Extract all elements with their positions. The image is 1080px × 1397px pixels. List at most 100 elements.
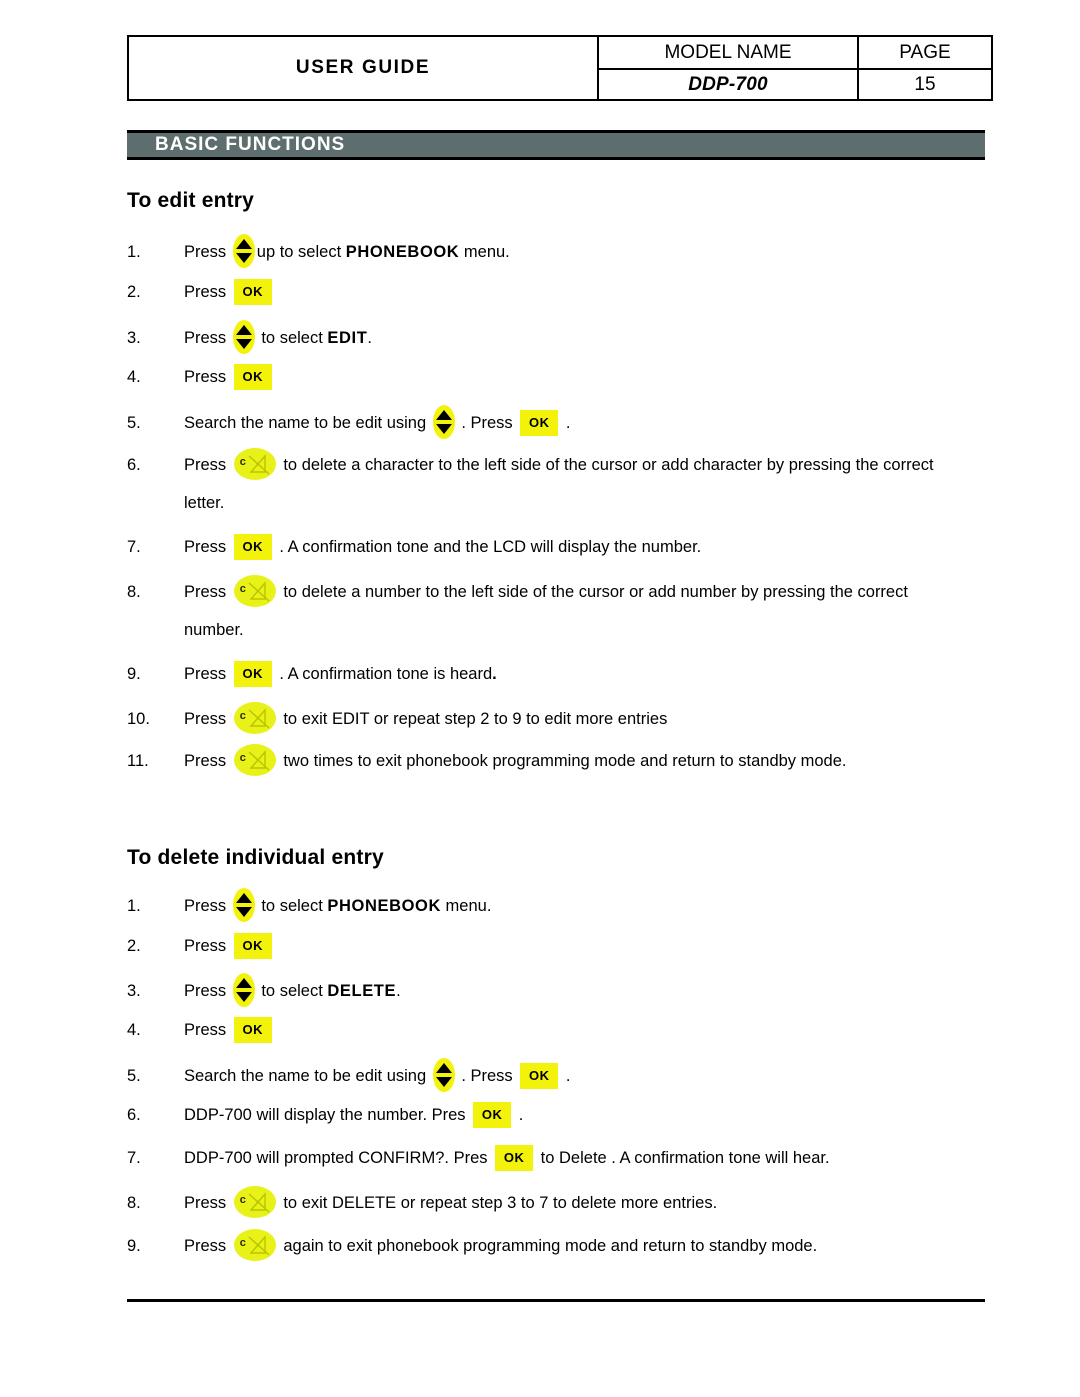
step-number: 5.: [127, 414, 141, 433]
step-delete-7: 7. DDP-700 will prompted CONFIRM?. Pres O…: [127, 1145, 1027, 1171]
step-text-mid: again to exit phonebook programming mode…: [278, 1236, 818, 1255]
step-text-mid: to select: [256, 982, 328, 1001]
step-delete-5: 5. Search the name to be edit using . Pre…: [127, 1058, 1027, 1092]
step-text-mid: . Press: [456, 1067, 518, 1086]
ok-key-icon[interactable]: OK: [233, 1017, 272, 1043]
step-text-pre: DDP-700 will prompted CONFIRM?. Pres: [184, 1149, 493, 1168]
c-mute-key-icon[interactable]: c: [233, 744, 276, 776]
step-text-post2: .: [561, 414, 571, 433]
step-text-strong: PHONEBOOK: [327, 897, 441, 916]
ok-key-icon[interactable]: OK: [520, 410, 559, 436]
step-text-mid: to Delete . A confirmation tone will hea…: [536, 1149, 830, 1168]
step-number: 5.: [127, 1067, 141, 1086]
user-guide-title: USER GUIDE: [127, 35, 599, 101]
step-number: 11.: [127, 751, 149, 770]
ok-key-icon[interactable]: OK: [233, 933, 272, 959]
step-edit-10: 10. Press c to exit EDIT or repeat step 2…: [127, 702, 1027, 734]
step-text-pre: Press: [184, 897, 231, 916]
step-number: 7.: [127, 538, 141, 557]
footer-divider: [127, 1299, 985, 1302]
up-down-arrow-key-icon[interactable]: [232, 973, 255, 1007]
step-text-mid: to select: [256, 329, 328, 348]
step-text-strong: .: [492, 665, 497, 684]
step-text-pre: Press: [184, 937, 231, 956]
ok-key-icon[interactable]: OK: [233, 364, 272, 390]
step-text-pre: Press: [184, 368, 231, 387]
step-text-mid: to delete a character to the left side o…: [278, 455, 934, 474]
step-text-pre: Press: [184, 1236, 231, 1255]
step-text-mid: . A confirmation tone and the LCD will d…: [274, 538, 702, 557]
step-number: 9.: [127, 665, 141, 684]
step-text-pre: Press: [184, 1021, 231, 1040]
step-number: 3.: [127, 329, 141, 348]
step-edit-2: 2. Press OK: [127, 279, 1027, 305]
step-text-pre: DDP-700 will display the number. Pres: [184, 1106, 471, 1125]
up-down-arrow-key-icon[interactable]: [432, 1058, 455, 1092]
step-edit-1: 1. Press up to select PHONEBOOK menu.: [127, 234, 1027, 268]
step-text-pre: Press: [184, 243, 231, 262]
model-name-label: MODEL NAME: [597, 35, 859, 70]
step-text-pre: Search the name to be edit using: [184, 414, 431, 433]
step-edit-9: 9. Press OK . A confirmation tone is hear…: [127, 661, 1027, 687]
step-number: 1.: [127, 897, 141, 916]
c-mute-key-icon[interactable]: c: [233, 575, 276, 607]
document-page: USER GUIDE MODEL NAME PAGE DDP-700 15 BA…: [0, 0, 1080, 1397]
step-number: 4.: [127, 1021, 141, 1040]
step-edit-8-continued: number.: [184, 621, 244, 639]
up-down-arrow-key-icon[interactable]: [432, 405, 455, 439]
step-text-pre: Press: [184, 283, 231, 302]
step-number: 1.: [127, 243, 141, 262]
step-delete-1: 1. Press to select PHONEBOOK menu.: [127, 888, 1027, 922]
c-mute-key-icon[interactable]: c: [233, 1229, 276, 1261]
ok-key-icon[interactable]: OK: [233, 279, 272, 305]
step-number: 2.: [127, 283, 141, 302]
step-delete-9: 9. Press c again to exit phonebook progra…: [127, 1229, 1027, 1261]
step-number: 6.: [127, 1106, 141, 1125]
step-edit-6: 6. Press c to delete a character to the l…: [127, 448, 1027, 480]
c-mute-key-icon[interactable]: c: [233, 448, 276, 480]
step-text-post: .: [367, 329, 372, 348]
step-number: 4.: [127, 368, 141, 387]
ok-key-icon[interactable]: OK: [495, 1145, 534, 1171]
step-text-strong: DELETE: [327, 982, 397, 1001]
up-down-arrow-key-icon[interactable]: [232, 888, 255, 922]
step-number: 7.: [127, 1149, 141, 1168]
section-title-to-edit-entry: To edit entry: [127, 189, 255, 212]
step-text-post: menu.: [459, 243, 510, 262]
c-mute-key-icon[interactable]: c: [233, 702, 276, 734]
step-delete-6: 6. DDP-700 will display the number. Pres …: [127, 1102, 1027, 1128]
step-edit-11: 11. Press c two times to exit phonebook p…: [127, 744, 1027, 776]
step-text-pre: Press: [184, 329, 231, 348]
step-text-pre: Press: [184, 1193, 231, 1212]
page-number-value: 15: [857, 68, 993, 101]
document-header-table: USER GUIDE MODEL NAME PAGE DDP-700 15: [127, 35, 993, 101]
step-text-strong: EDIT: [327, 329, 368, 348]
step-delete-3: 3. Press to select DELETE.: [127, 973, 1027, 1007]
page-label: PAGE: [857, 35, 993, 70]
step-text-mid: to exit EDIT or repeat step 2 to 9 to ed…: [278, 709, 668, 728]
step-number: 8.: [127, 582, 141, 601]
ok-key-icon[interactable]: OK: [473, 1102, 512, 1128]
step-text-pre: Press: [184, 455, 231, 474]
ok-key-icon[interactable]: OK: [520, 1063, 559, 1089]
step-edit-8: 8. Press c to delete a number to the left…: [127, 575, 1027, 607]
step-number: 3.: [127, 982, 141, 1001]
step-text-mid: to exit DELETE or repeat step 3 to 7 to …: [278, 1193, 718, 1212]
c-mute-key-icon[interactable]: c: [233, 1186, 276, 1218]
step-number: 2.: [127, 937, 141, 956]
step-text-pre: Press: [184, 665, 231, 684]
step-delete-2: 2. Press OK: [127, 933, 1027, 959]
step-text-pre: Search the name to be edit using: [184, 1067, 431, 1086]
step-text-mid: to select: [256, 897, 328, 916]
up-down-arrow-key-icon[interactable]: [232, 234, 255, 268]
step-text-mid: up to select: [256, 243, 346, 262]
step-text-mid: two times to exit phonebook programming …: [278, 751, 847, 770]
ok-key-icon[interactable]: OK: [233, 534, 272, 560]
step-text-pre: Press: [184, 582, 231, 601]
step-delete-8: 8. Press c to exit DELETE or repeat step …: [127, 1186, 1027, 1218]
step-text-mid: . A confirmation tone is heard: [274, 665, 493, 684]
up-down-arrow-key-icon[interactable]: [232, 320, 255, 354]
ok-key-icon[interactable]: OK: [233, 661, 272, 687]
step-number: 8.: [127, 1193, 141, 1212]
step-text-mid: .: [514, 1106, 524, 1125]
